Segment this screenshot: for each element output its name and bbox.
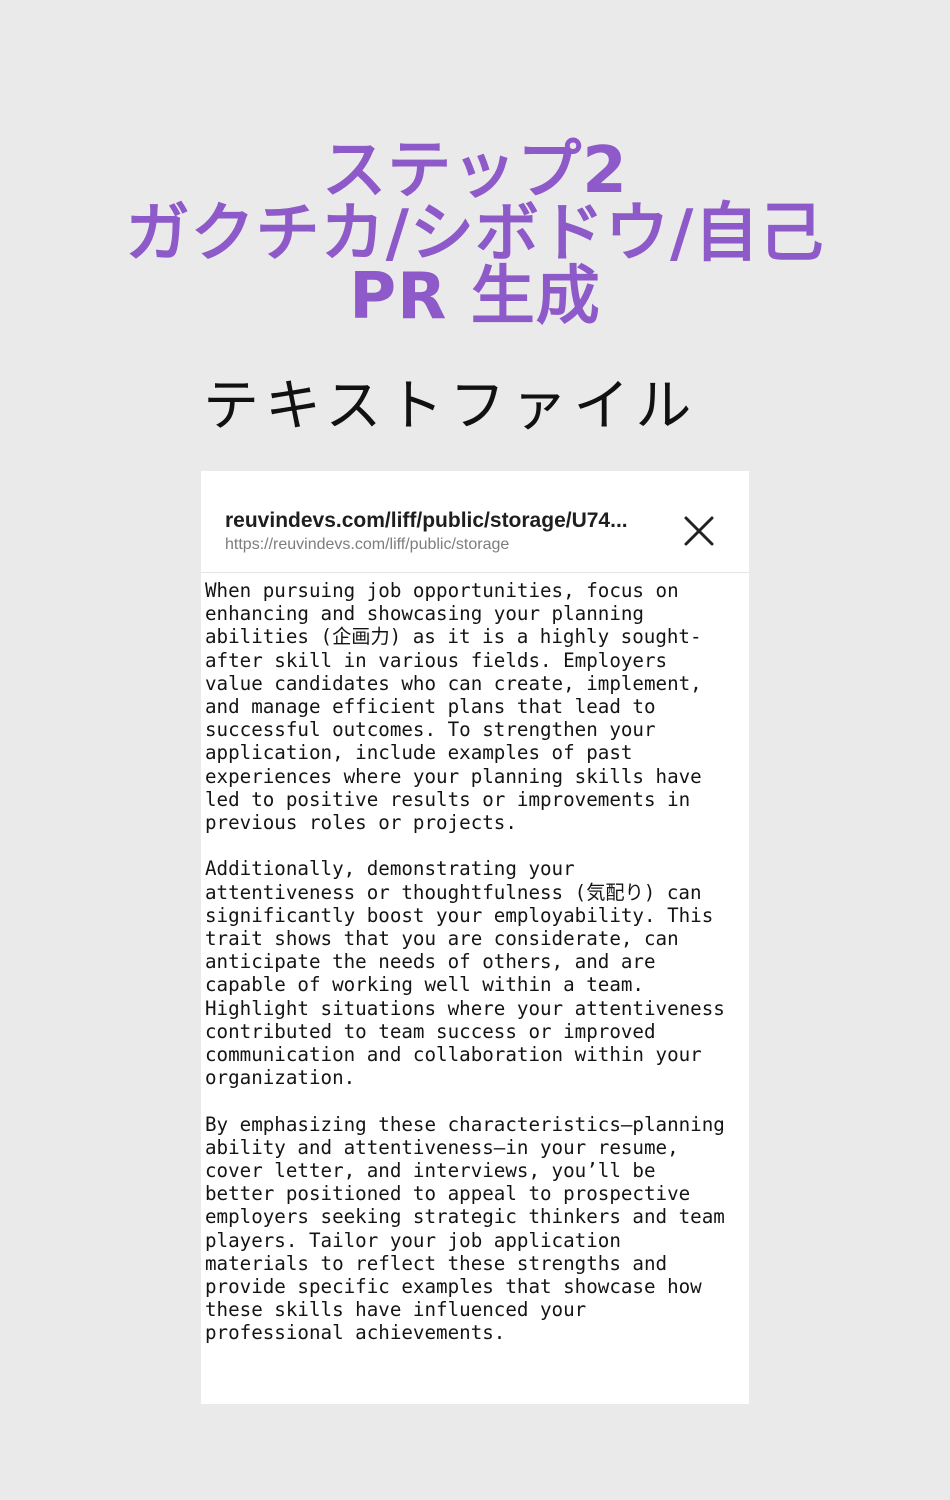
content-line: enhancing and showcasing your planning: [205, 602, 644, 626]
content-line: experiences where your planning skills h…: [205, 764, 702, 788]
content-line: application, include examples of past: [205, 741, 633, 765]
content-line: value candidates who can create, impleme…: [205, 671, 702, 695]
content-line: Highlight situations where your attentiv…: [205, 996, 725, 1020]
page-title-line-3: PR 生成: [349, 260, 601, 334]
content-line: cover letter, and interviews, you’ll be: [205, 1159, 656, 1183]
content-line: significantly boost your employability. …: [205, 903, 714, 927]
content-line: capable of working well within a team.: [205, 973, 644, 997]
content-line: employers seeking strategic thinkers and…: [205, 1205, 725, 1229]
page-title-line-1: ステップ2: [322, 134, 628, 208]
content-line: after skill in various fields. Employers: [205, 648, 668, 672]
url-subtitle: https://reuvindevs.com/liff/public/stora…: [225, 536, 510, 553]
content-line: previous roles or projects.: [205, 811, 517, 835]
close-button[interactable]: [681, 513, 717, 549]
content-line: and manage efficient plans that lead to: [205, 695, 656, 719]
page-subtitle: テキストファイル: [203, 374, 698, 439]
content-line: When pursuing job opportunities, focus o…: [205, 579, 679, 602]
content-line: materials to reflect these strengths and: [205, 1251, 668, 1275]
content-line: better positioned to appeal to prospecti…: [205, 1182, 691, 1206]
content-line: attentiveness or thoughtfulness (気配り) ca…: [205, 880, 702, 904]
content-line: abilities (企画力) as it is a highly sought…: [205, 625, 702, 649]
content-paragraph: When pursuing job opportunities, focus o…: [205, 579, 749, 834]
content-line: anticipate the needs of others, and are: [205, 950, 656, 974]
content-line: trait shows that you are considerate, ca…: [205, 927, 679, 951]
content-paragraph: By emphasizing these characteristics—pla…: [205, 1113, 749, 1345]
content-line: professional achievements.: [205, 1321, 506, 1345]
page-title-line-2: ガクチカ/シボドウ/自己: [125, 197, 825, 271]
content-line: contributed to team success or improved: [205, 1019, 656, 1043]
content-line: Additionally, demonstrating your: [205, 857, 575, 881]
content-line: provide specific examples that showcase …: [205, 1275, 702, 1299]
text-file-viewer: reuvindevs.com/liff/public/storage/U74..…: [201, 471, 749, 1404]
content-paragraph: Additionally, demonstrating your attentiv…: [205, 857, 749, 1089]
close-icon: [684, 516, 714, 546]
file-content: When pursuing job opportunities, focus o…: [205, 579, 749, 1368]
content-line: organization.: [205, 1066, 356, 1090]
content-line: these skills have influenced your: [205, 1298, 587, 1322]
content-line: players. Tailor your job application: [205, 1228, 621, 1252]
content-line: communication and collaboration within y…: [205, 1043, 702, 1067]
content-line: successful outcomes. To strengthen your: [205, 718, 656, 742]
content-line: ability and attentiveness—in your resume…: [205, 1135, 679, 1159]
content-line: By emphasizing these characteristics—pla…: [205, 1112, 725, 1136]
url-title: reuvindevs.com/liff/public/storage/U74..…: [225, 509, 628, 532]
viewer-header: reuvindevs.com/liff/public/storage/U74..…: [201, 471, 749, 573]
page-title: ステップ2 ガクチカ/シボドウ/自己 PR 生成: [0, 134, 950, 334]
content-line: led to positive results or improvements …: [205, 787, 691, 811]
